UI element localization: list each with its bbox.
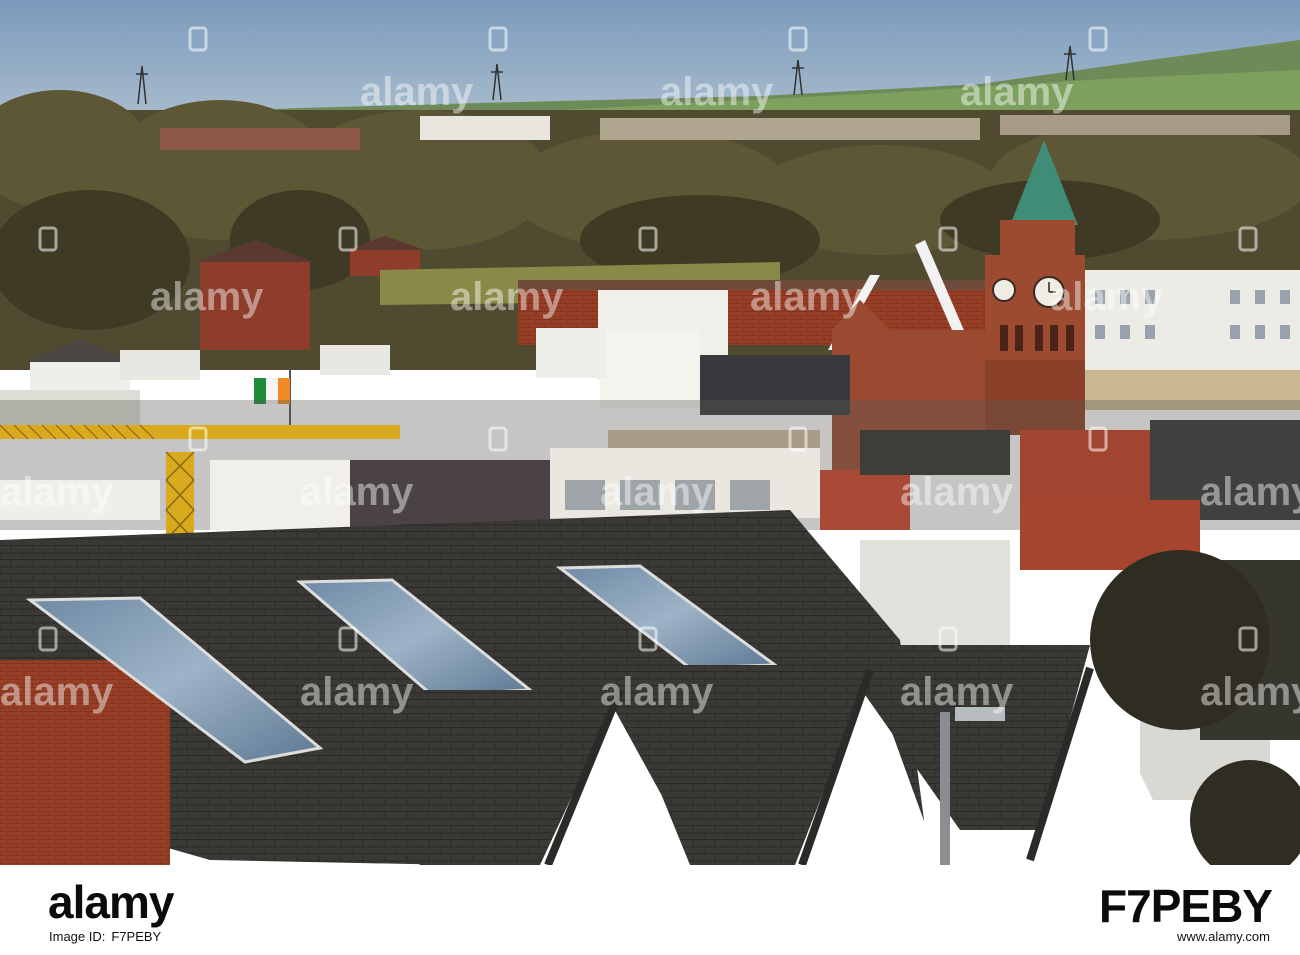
watermark-text: alamy [300, 670, 414, 714]
photo: alamy alamy alamy alamy alamy alamy alam… [0, 0, 1300, 865]
watermark-text: alamy [960, 70, 1074, 114]
townscape-scene: alamy alamy alamy alamy alamy alamy alam… [0, 0, 1300, 865]
watermark-text: alamy [600, 670, 714, 714]
watermark-text: alamy [600, 470, 714, 514]
watermark-text: alamy [450, 275, 564, 319]
clock-face-left [992, 278, 1016, 302]
watermark-text: alamy [1200, 470, 1300, 514]
watermark-text: alamy [900, 670, 1014, 714]
watermark-text: alamy [150, 275, 264, 319]
image-id-value: F7PEBY [111, 929, 162, 944]
image-id-large: F7PEBY [1099, 880, 1273, 932]
watermark-text: alamy [900, 470, 1014, 514]
watermark-text: alamy [0, 670, 114, 714]
watermark-text: alamy [300, 470, 414, 514]
image-id-line: Image ID: F7PEBY [49, 929, 167, 944]
watermark-text: alamy [750, 275, 864, 319]
watermark-text: alamy [1200, 670, 1300, 714]
watermark-text: alamy [360, 70, 474, 114]
alamy-logo: alamy [48, 876, 174, 928]
alamy-url: www.alamy.com [1177, 929, 1270, 944]
watermark-text: alamy [0, 470, 114, 514]
watermark-text: alamy [1050, 275, 1164, 319]
image-id-label: Image ID: [49, 929, 106, 944]
watermark-text: alamy [660, 70, 774, 114]
